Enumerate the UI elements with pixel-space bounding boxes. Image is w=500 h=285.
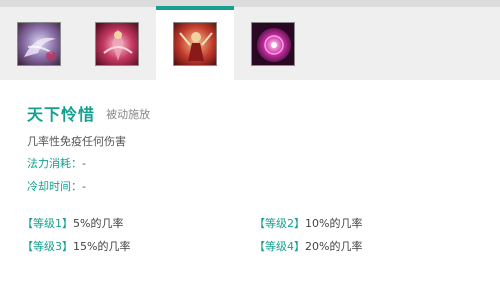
skill-description: 几率性免疫任何伤害 xyxy=(27,135,126,148)
level-4-tag: 【等级4】 xyxy=(254,240,305,253)
skill-tab-3[interactable] xyxy=(156,6,234,80)
level-1: 【等级1】5%的几率 xyxy=(22,215,123,231)
mana-cost-row: 法力消耗：- xyxy=(27,155,86,171)
skill-icon-1-swirl xyxy=(17,22,61,66)
cooldown-label: 冷却时间： xyxy=(27,180,82,193)
skill-tab-1[interactable] xyxy=(0,7,78,80)
skill-tab-bar xyxy=(0,6,500,80)
skill-icon-4-orb xyxy=(251,22,295,66)
level-3-text: 15%的几率 xyxy=(73,240,131,253)
level-1-tag: 【等级1】 xyxy=(22,217,73,230)
skill-icon-2-dancer xyxy=(95,22,139,66)
skill-icon-3-warrior xyxy=(173,22,217,66)
level-2: 【等级2】10%的几率 xyxy=(254,215,362,231)
level-3-tag: 【等级3】 xyxy=(22,240,73,253)
top-divider xyxy=(0,0,500,7)
skill-type: 被动施放 xyxy=(106,108,151,121)
skill-name: 天下怜惜 xyxy=(27,105,96,124)
level-1-text: 5%的几率 xyxy=(73,217,124,230)
cooldown-row: 冷却时间：- xyxy=(27,178,86,194)
level-4-text: 20%的几率 xyxy=(305,240,363,253)
level-2-text: 10%的几率 xyxy=(305,217,363,230)
skill-tab-4[interactable] xyxy=(234,7,312,80)
level-4: 【等级4】20%的几率 xyxy=(254,238,362,254)
skill-tab-2[interactable] xyxy=(78,7,156,80)
mana-cost-value: - xyxy=(82,157,86,170)
mana-cost-label: 法力消耗： xyxy=(27,157,82,170)
skill-title-row: 天下怜惜 被动施放 xyxy=(27,101,150,125)
level-2-tag: 【等级2】 xyxy=(254,217,305,230)
cooldown-value: - xyxy=(82,180,86,193)
level-3: 【等级3】15%的几率 xyxy=(22,238,130,254)
